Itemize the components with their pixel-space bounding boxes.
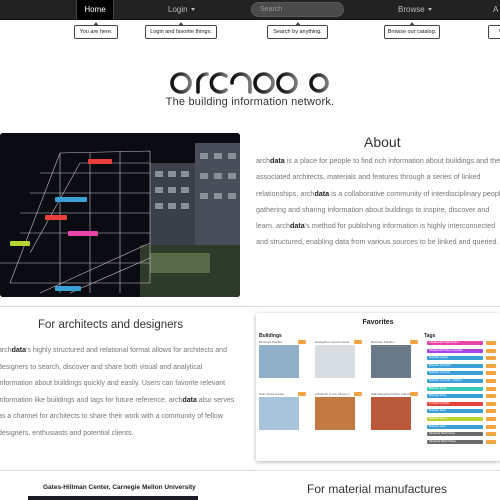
tooltip-about: Wh	[488, 25, 500, 39]
favorite-building[interactable]: Denmark Pavilion	[259, 340, 306, 388]
favorites-heading: Favorites	[362, 319, 394, 326]
brand-arch: arch	[275, 221, 290, 231]
brand-data: data	[269, 156, 285, 165]
favorite-star-icon[interactable]	[486, 439, 496, 444]
favorite-star-icon[interactable]	[486, 394, 496, 399]
favorite-star-icon[interactable]	[486, 341, 496, 345]
nav-login-dropdown[interactable]: Login	[168, 0, 195, 20]
nav-login-label: Login	[168, 5, 188, 14]
favorite-tag[interactable]: Structural Steel Frame	[427, 432, 483, 437]
favorite-star-icon[interactable]	[298, 340, 306, 344]
favorite-star-icon[interactable]	[486, 417, 496, 421]
favorite-building[interactable]: Orbital Art & City Museum	[315, 392, 362, 440]
section-divider	[0, 470, 500, 471]
nav-about-link[interactable]: A	[493, 0, 498, 20]
favorites-panel: Favorites Buildings Tags Denmark Pavilio…	[256, 313, 500, 461]
building-image	[28, 496, 198, 500]
favorite-star-icon[interactable]	[486, 356, 496, 361]
building-caption: Gates-Hillman Center, Carnegie Mellon Un…	[43, 484, 196, 491]
hero-building-image	[0, 133, 240, 297]
brand-data: data	[182, 396, 197, 404]
chevron-down-icon	[190, 8, 195, 12]
favorite-tag[interactable]: Material: Stone	[427, 386, 483, 391]
brand-data: data	[314, 188, 330, 198]
tags-label: Tags	[424, 333, 436, 339]
favorite-star-icon[interactable]	[486, 386, 496, 391]
favorite-star-icon[interactable]	[298, 392, 306, 396]
favorite-tag[interactable]: Material: Paint	[427, 424, 483, 429]
favorite-building-name: Guangzhou Opera House	[315, 340, 350, 344]
favorite-tag[interactable]: Cantilevered Steel Frame	[427, 341, 483, 345]
favorite-tag[interactable]: Material: Steel	[427, 409, 483, 414]
favorite-building-thumbnail[interactable]	[371, 397, 411, 430]
favorite-star-icon[interactable]	[486, 371, 496, 376]
favorite-building-thumbnail[interactable]	[315, 397, 355, 430]
buildings-label: Buildings	[259, 333, 282, 339]
brand-arch: arch	[256, 156, 270, 165]
favorite-building[interactable]: Oslo Opera House	[259, 392, 306, 440]
favorite-star-icon[interactable]	[410, 392, 418, 396]
tooltip-search: Search by anything.	[267, 22, 328, 39]
favorite-star-icon[interactable]	[486, 432, 496, 437]
favorite-building[interactable]: Stall Dengsthe Patina Cultural	[371, 392, 418, 440]
brand-arch: arch	[168, 396, 183, 404]
brand-arch: arch	[0, 347, 12, 354]
favorite-building[interactable]: Guangzhou Opera House	[315, 340, 362, 388]
search-input[interactable]: Search	[251, 2, 344, 17]
favorite-star-icon[interactable]	[486, 401, 496, 406]
chevron-down-icon	[427, 8, 432, 12]
nav-home-link[interactable]: Home	[76, 0, 114, 20]
favorite-tag[interactable]: Material: Concrete - Colored	[427, 379, 483, 383]
archdata-logo[interactable]	[168, 58, 333, 98]
favorite-tag[interactable]: Material: Concrete	[427, 371, 483, 376]
favorite-tag[interactable]: Cantilevered Tilt-up Concrete	[427, 348, 483, 353]
favorite-building-thumbnail[interactable]	[371, 345, 411, 378]
favorite-star-icon[interactable]	[486, 379, 496, 383]
favorite-star-icon[interactable]	[486, 424, 496, 429]
favorite-building-thumbnail[interactable]	[259, 345, 299, 378]
favorite-building-thumbnail[interactable]	[259, 397, 299, 430]
architects-heading: For architects and designers	[38, 319, 184, 331]
brand-data: data	[11, 347, 27, 354]
architects-text-1: 's highly structured and relational form…	[0, 347, 227, 404]
favorite-star-icon[interactable]	[410, 340, 418, 344]
favorite-building[interactable]: Burnham Pavilion	[371, 340, 418, 388]
favorite-tag[interactable]: Material: Aluminum	[427, 363, 483, 368]
favorite-tag[interactable]: Structural Wood Frame	[427, 439, 483, 444]
favorite-star-icon[interactable]	[354, 340, 362, 344]
favorite-star-icon[interactable]	[354, 392, 362, 396]
section-divider	[0, 306, 500, 307]
brand-data: data	[289, 221, 305, 231]
favorite-building-name: Orbital Art & City Museum	[315, 392, 350, 396]
nav-browse-dropdown[interactable]: Browse	[398, 0, 432, 20]
top-navbar: Home Login Search Browse A	[0, 0, 500, 20]
about-heading: About	[364, 134, 401, 150]
favorite-tag[interactable]: Material: Copper	[427, 356, 483, 361]
favorite-star-icon[interactable]	[486, 348, 496, 353]
favorite-tag[interactable]: Material: Glass	[427, 394, 483, 399]
materials-heading: For material manufactures	[307, 482, 448, 496]
favorite-star-icon[interactable]	[486, 363, 496, 368]
favorite-building-thumbnail[interactable]	[315, 345, 355, 378]
tagline: The building information network.	[165, 96, 335, 108]
tooltip-browse: Browse our catalog.	[384, 22, 440, 39]
favorite-star-icon[interactable]	[486, 409, 496, 414]
favorite-building-name: Stall Dengsthe Patina Cultural	[371, 392, 411, 396]
brand-arch: arch	[300, 188, 315, 198]
favorite-tag[interactable]: Material: Wood	[427, 417, 483, 421]
architects-paragraph: archdata's highly structured and relatio…	[0, 343, 238, 443]
nav-browse-label: Browse	[398, 5, 425, 14]
about-paragraph: archdata is a place for people to find r…	[256, 153, 500, 251]
tooltip-home: You are here.	[74, 22, 118, 39]
tooltip-login: Login and favorite things.	[145, 22, 217, 39]
favorite-tag[interactable]: Pyrolytic Graphite	[427, 401, 483, 406]
